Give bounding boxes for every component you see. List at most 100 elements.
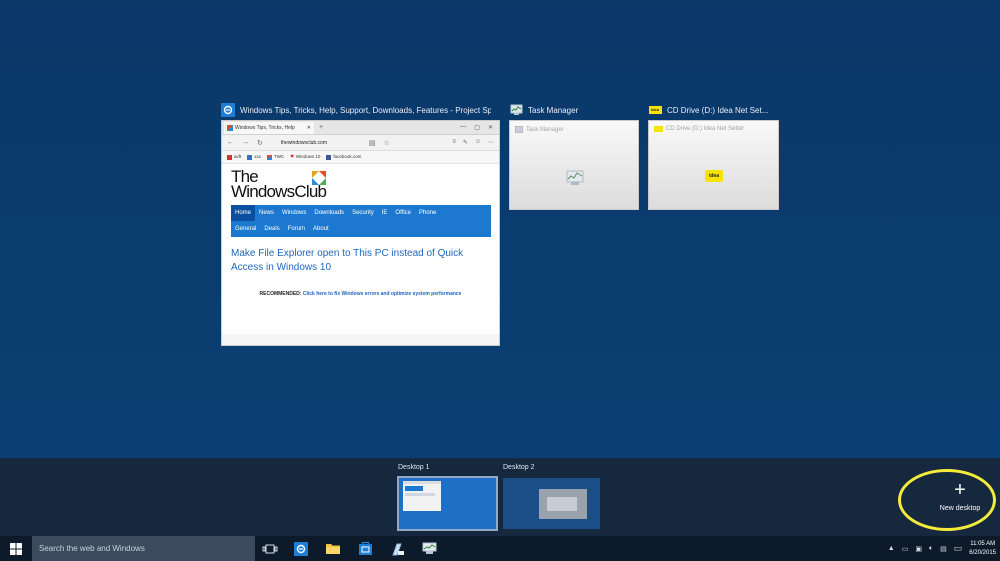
clock-date: 6/20/2015 <box>969 549 996 556</box>
mini-window <box>403 481 441 511</box>
smiley-icon[interactable]: ☺ <box>475 139 481 146</box>
close-icon[interactable]: ✕ <box>488 124 493 131</box>
window-title-text: Windows Tips, Tricks, Help, Support, Dow… <box>240 105 491 115</box>
site-nav-forum[interactable]: Forum <box>284 221 309 237</box>
window-title-task-manager[interactable]: Task Manager <box>509 100 639 120</box>
action-center-icon[interactable]: ▭ <box>954 543 963 554</box>
favorite-icon <box>227 154 232 160</box>
task-view-workspace: Windows Tips, Tricks, Help, Support, Dow… <box>0 0 1000 458</box>
site-nav-security[interactable]: Security <box>348 205 378 221</box>
window-title-cd-drive[interactable]: idea CD Drive (D:) Idea Net Set... <box>648 100 783 120</box>
favorites-bar: avft xxx TWC ♥ Windows 10 facebook.com <box>222 151 499 164</box>
taskbar-search-box[interactable]: Search the web and Windows <box>32 536 255 561</box>
taskbar-task-manager-button[interactable] <box>413 536 445 561</box>
system-tray: ▲ ▭ ▣ 🔈︎ ▤ ▭ 11:05 AM 6/20/2015 <box>888 536 1000 561</box>
favorite-item[interactable]: facebook.com <box>326 154 361 160</box>
window-title-edge[interactable]: Windows Tips, Tricks, Help, Support, Dow… <box>221 100 491 120</box>
address-bar[interactable]: thewindowsclub.com <box>281 140 361 146</box>
network-icon[interactable]: ▣ <box>915 545 922 553</box>
edge-icon <box>221 103 235 117</box>
edge-icon <box>294 541 308 556</box>
favorite-item[interactable]: TWC <box>267 154 284 160</box>
idea-netsetter-icon: idea <box>648 103 662 117</box>
browser-tab-title: Windows Tips, Tricks, Help <box>235 125 295 131</box>
taskbar-edge-button[interactable] <box>285 536 317 561</box>
back-arrow-icon[interactable]: ← <box>227 139 234 146</box>
favorite-item[interactable]: ♥ Windows 10 <box>290 154 320 160</box>
taskbar: Search the web and Windows ▲ ▭ ▣ 🔈︎ ▤ ▭ … <box>0 536 1000 561</box>
favorite-item[interactable]: avft <box>227 154 241 160</box>
task-manager-icon <box>422 542 436 554</box>
mini-window <box>539 489 587 519</box>
site-nav-office[interactable]: Office <box>391 205 415 221</box>
desktop-1-label: Desktop 1 <box>398 464 430 471</box>
site-nav-ie[interactable]: IE <box>378 205 392 221</box>
thumb-header: CD Drive (D:) Idea Net Setter <box>654 126 744 132</box>
heart-icon: ♥ <box>290 154 294 160</box>
site-nav-general[interactable]: General <box>231 221 260 237</box>
store-icon <box>358 541 372 555</box>
favorite-icon <box>267 154 273 160</box>
favorite-icon <box>247 154 253 160</box>
desktop-2-label: Desktop 2 <box>503 464 535 471</box>
site-nav-downloads[interactable]: Downloads <box>310 205 348 221</box>
minimize-icon[interactable]: — <box>460 124 466 131</box>
highlight-annotation-ellipse <box>898 469 996 531</box>
keyboard-icon[interactable]: ▤ <box>940 545 947 553</box>
favorite-item[interactable]: xxx <box>247 154 261 160</box>
task-view-icon <box>262 544 278 553</box>
idea-logo-icon: idea <box>705 170 723 182</box>
site-logo[interactable]: The WindowsClub <box>231 168 490 200</box>
site-nav-phone[interactable]: Phone <box>415 205 440 221</box>
task-view-button[interactable] <box>255 536 285 561</box>
volume-icon[interactable]: 🔈︎ <box>929 545 933 553</box>
recommended-banner: RECOMMENDED: Click here to fix Windows e… <box>259 291 462 297</box>
clock-time: 11:05 AM <box>970 540 996 547</box>
taskbar-store-button[interactable] <box>349 536 381 561</box>
site-logo-mark-icon <box>312 171 326 185</box>
favorite-star-icon[interactable]: ☆ <box>384 139 390 147</box>
hub-icon[interactable]: ≡ <box>452 139 456 146</box>
task-manager-window-thumbnail[interactable]: Task Manager <box>509 120 639 210</box>
task-manager-icon <box>509 103 523 117</box>
facebook-icon <box>326 154 332 160</box>
tab-close-icon[interactable]: ✕ <box>307 125 311 131</box>
thumb-header: Task Manager <box>515 126 564 133</box>
browser-nav-bar: ← → ↻ thewindowsclub.com ▤ ☆ ≡ ✎ ☺ ⋯ <box>222 135 499 151</box>
taskbar-app-button[interactable] <box>381 536 413 561</box>
more-icon[interactable]: ⋯ <box>488 139 494 146</box>
new-tab-button[interactable]: + <box>319 124 323 131</box>
reading-view-icon[interactable]: ▤ <box>369 139 376 147</box>
forward-arrow-icon[interactable]: → <box>242 139 249 146</box>
web-page-content: The WindowsClub Home News Windows Downlo… <box>222 164 499 334</box>
start-button[interactable] <box>0 536 32 561</box>
windows-logo-icon <box>10 542 22 555</box>
site-nav-about[interactable]: About <box>309 221 333 237</box>
desktop-2-thumbnail[interactable] <box>503 478 600 529</box>
pen-tablet-icon <box>391 543 404 555</box>
battery-icon[interactable]: ▭ <box>902 545 909 553</box>
folder-icon <box>326 544 340 554</box>
site-nav-news[interactable]: News <box>255 205 278 221</box>
site-nav-deals[interactable]: Deals <box>260 221 283 237</box>
refresh-icon[interactable]: ↻ <box>257 139 263 147</box>
favicon-icon <box>227 125 233 131</box>
taskbar-clock[interactable]: 11:05 AM 6/20/2015 <box>969 540 996 558</box>
article-headline-link[interactable]: Make File Explorer open to This PC inste… <box>231 247 491 275</box>
maximize-icon[interactable]: ▢ <box>474 124 480 131</box>
virtual-desktops-bar: Desktop 1 Desktop 2 + New desktop <box>0 458 1000 536</box>
site-nav-home[interactable]: Home <box>231 205 256 221</box>
browser-tab[interactable]: Windows Tips, Tricks, Help ✕ <box>224 122 314 134</box>
show-hidden-icons-chevron-icon[interactable]: ▲ <box>888 545 895 552</box>
task-manager-app-icon <box>566 170 584 185</box>
idea-netsetter-icon <box>654 126 663 132</box>
edge-window-thumbnail[interactable]: Windows Tips, Tricks, Help ✕ + — ▢ ✕ ← →… <box>221 120 500 346</box>
site-nav-windows[interactable]: Windows <box>278 205 310 221</box>
taskbar-file-explorer-button[interactable] <box>317 536 349 561</box>
recommended-link[interactable]: Click here to fix Windows errors and opt… <box>303 291 462 297</box>
browser-tools: ≡ ✎ ☺ ⋯ <box>452 139 494 146</box>
web-note-icon[interactable]: ✎ <box>463 139 468 146</box>
cd-drive-window-thumbnail[interactable]: CD Drive (D:) Idea Net Setter idea <box>648 120 779 210</box>
task-manager-icon <box>515 126 523 133</box>
desktop-1-thumbnail[interactable] <box>397 476 498 531</box>
